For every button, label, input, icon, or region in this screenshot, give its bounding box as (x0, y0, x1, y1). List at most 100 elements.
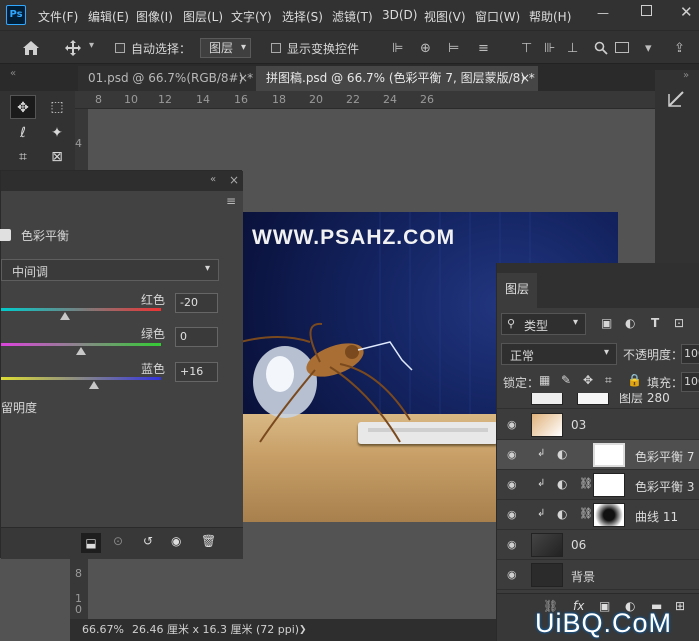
lasso-tool-icon[interactable]: ℓ (10, 121, 36, 145)
tone-select[interactable]: 中间调 ▾ (1, 259, 219, 281)
marquee-tool-icon[interactable]: ⬚ (44, 95, 70, 119)
visibility-eye-icon[interactable]: ◉ (507, 569, 519, 581)
menu-3d[interactable]: 3D(D) (382, 8, 417, 22)
new-layer-icon[interactable]: ⊞ (675, 599, 685, 613)
layer-row[interactable]: ◉ 背景 (497, 560, 699, 590)
magenta-green-slider-handle[interactable] (76, 347, 86, 355)
red-cyan-slider-handle[interactable] (60, 312, 70, 320)
menu-edit[interactable]: 编辑(E) (88, 8, 129, 25)
lock-all-icon[interactable]: 🔒 (627, 373, 642, 387)
visibility-eye-icon[interactable]: ◉ (171, 534, 181, 548)
lock-transparency-icon[interactable]: ▦ (539, 373, 550, 387)
filter-shape-icon[interactable]: ⊡ (674, 316, 684, 330)
tab-close-icon[interactable]: × (238, 66, 248, 91)
expand-arrows-icon[interactable]: » (683, 70, 689, 81)
lock-image-icon[interactable]: ✎ (561, 373, 571, 387)
collapse-arrows-icon[interactable]: « (10, 68, 16, 79)
blend-mode-select[interactable]: 正常 ▾ (501, 343, 617, 365)
menu-type[interactable]: 文字(Y) (231, 8, 272, 25)
chevron-down-icon: ▾ (205, 263, 211, 274)
more-options-icon[interactable]: ▾ (645, 41, 652, 56)
filter-adjustment-icon[interactable]: ◐ (625, 316, 635, 330)
menu-file[interactable]: 文件(F) (38, 8, 78, 25)
tab-close-icon[interactable]: × (520, 66, 530, 91)
menu-help[interactable]: 帮助(H) (529, 8, 571, 25)
ruler-tick-label: 14 (196, 93, 210, 106)
align-middle-v-icon[interactable]: ⊪ (544, 41, 555, 56)
auto-select-checkbox[interactable] (115, 43, 125, 53)
reset-icon[interactable]: ↺ (143, 534, 153, 548)
visibility-eye-icon[interactable]: ◉ (507, 539, 519, 551)
lock-position-icon[interactable]: ✥ (583, 373, 593, 387)
move-tool-icon[interactable] (64, 39, 82, 57)
red-cyan-slider-track[interactable] (1, 308, 161, 311)
panel-menu-icon[interactable]: ≡ (226, 194, 236, 208)
close-window-button[interactable]: ✕ (680, 3, 693, 21)
visibility-eye-icon[interactable]: ◉ (507, 419, 519, 431)
tab-layers[interactable]: 图层 (497, 273, 537, 308)
tab-01-psd[interactable]: 01.psd @ 66.7%(RGB/8#) * × (78, 66, 256, 91)
home-icon[interactable] (22, 40, 40, 56)
layer-mask-thumbnail[interactable] (593, 443, 625, 467)
layer-row[interactable]: ◉ ↲ ◐ ⛓ 色彩平衡 3 (497, 470, 699, 500)
visibility-eye-icon[interactable]: ◉ (507, 479, 519, 491)
view-previous-icon[interactable]: ⊙ (113, 534, 123, 548)
red-value-field[interactable]: -20 (175, 293, 218, 313)
workspace-icon[interactable] (615, 42, 629, 53)
chevron-right-icon[interactable]: ❯ (299, 619, 307, 641)
filter-type-icon[interactable]: T (651, 316, 659, 330)
align-right-icon[interactable]: ⊨ (448, 41, 459, 56)
show-transform-checkbox[interactable] (271, 43, 281, 53)
menu-view[interactable]: 视图(V) (424, 8, 466, 25)
distribute-icon[interactable]: ≡ (478, 41, 489, 56)
menu-window[interactable]: 窗口(W) (475, 8, 520, 25)
minimize-button[interactable]: — (597, 6, 609, 20)
align-left-icon[interactable]: ⊫ (392, 41, 403, 56)
layer-row[interactable]: ◉ 06 (497, 530, 699, 560)
layer-filter-select[interactable]: ⚲ 类型 ▾ (501, 313, 586, 335)
ruler-tick-label: 4 (75, 137, 82, 150)
align-bottom-icon[interactable]: ⊥ (567, 41, 578, 56)
panel-close-icon[interactable]: × (229, 173, 239, 187)
menu-layer[interactable]: 图层(L) (183, 8, 223, 25)
maximize-button[interactable] (641, 5, 652, 16)
layer-row-selected[interactable]: ◉ ↲ ◐ 色彩平衡 7 (497, 440, 699, 470)
crop-tool-icon[interactable]: ⌗ (10, 145, 36, 169)
align-center-h-icon[interactable]: ⊕ (420, 41, 431, 56)
lock-artboard-icon[interactable]: ⌗ (605, 373, 612, 388)
frame-tool-icon[interactable]: ⊠ (44, 145, 70, 169)
collapse-arrows-icon[interactable]: « (210, 174, 216, 185)
menu-image[interactable]: 图像(I) (136, 8, 173, 25)
magenta-green-slider-track[interactable] (1, 343, 161, 346)
layer-mask-thumbnail[interactable] (593, 503, 625, 527)
clip-to-layer-icon[interactable]: ⬓ (81, 533, 101, 553)
fill-field[interactable]: 100 (681, 372, 699, 392)
green-value-field[interactable]: 0 (175, 327, 218, 347)
layer-row[interactable]: ◉ 03 (497, 410, 699, 440)
menu-filter[interactable]: 滤镜(T) (332, 8, 373, 25)
magic-wand-icon[interactable]: ✦ (44, 121, 70, 145)
move-tool-icon[interactable]: ✥ (10, 95, 36, 119)
delete-icon[interactable]: 🗑 (201, 534, 216, 548)
history-panel-icon[interactable] (667, 90, 685, 108)
auto-select-target-select[interactable]: 图层 ▾ (200, 38, 251, 58)
align-top-icon[interactable]: ⊤ (521, 41, 532, 56)
visibility-eye-icon[interactable]: ◉ (507, 509, 519, 521)
tab-puzzle-psd[interactable]: 拼图稿.psd @ 66.7% (色彩平衡 7, 图层蒙版/8) * × (256, 66, 538, 91)
layer-mask-thumbnail[interactable] (593, 473, 625, 497)
search-icon[interactable] (594, 41, 608, 55)
zoom-level[interactable]: 66.67% (82, 619, 124, 641)
auto-select-label: 自动选择： (131, 42, 192, 56)
opacity-field[interactable]: 100 (681, 344, 699, 364)
blue-value-field[interactable]: +16 (175, 362, 218, 382)
layer-row[interactable]: 图层 280 (497, 393, 699, 409)
properties-panel-header: « × (1, 171, 243, 191)
filter-pixel-icon[interactable]: ▣ (601, 316, 612, 330)
chevron-down-icon[interactable]: ▾ (89, 40, 94, 51)
menu-select[interactable]: 选择(S) (282, 8, 323, 25)
layer-row[interactable]: ◉ ↲ ◐ ⛓ 曲线 11 (497, 500, 699, 530)
yellow-blue-slider-handle[interactable] (88, 381, 99, 389)
share-icon[interactable]: ⇪ (674, 41, 685, 56)
visibility-eye-icon[interactable]: ◉ (507, 449, 519, 461)
yellow-blue-slider-track[interactable] (1, 377, 161, 380)
